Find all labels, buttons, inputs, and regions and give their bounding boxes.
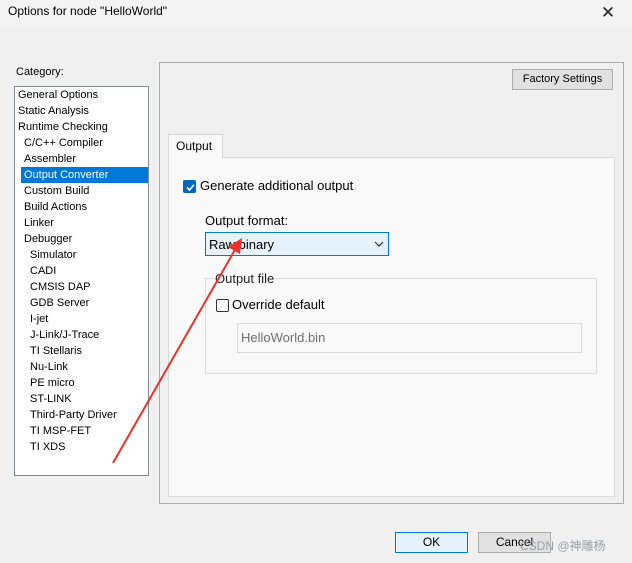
factory-settings-button[interactable]: Factory Settings [512, 69, 613, 90]
generate-output-label[interactable]: Generate additional output [200, 178, 353, 193]
output-format-label: Output format: [205, 213, 289, 228]
category-item[interactable]: TI Stellaris [15, 343, 148, 359]
output-format-select[interactable]: Raw binary [205, 232, 389, 256]
category-item[interactable]: ST-LINK [15, 391, 148, 407]
category-item[interactable]: Linker [15, 215, 148, 231]
category-item[interactable]: Custom Build [15, 183, 148, 199]
category-item[interactable]: Static Analysis [15, 103, 148, 119]
close-icon[interactable]: ✕ [588, 0, 628, 26]
category-item[interactable]: TI MSP-FET [15, 423, 148, 439]
tab-output[interactable]: Output [168, 134, 223, 158]
category-label: Category: [16, 66, 64, 78]
category-item[interactable]: Assembler [15, 151, 148, 167]
category-item[interactable]: Runtime Checking [15, 119, 148, 135]
category-item[interactable]: Output Converter [21, 167, 148, 183]
category-item[interactable]: General Options [15, 87, 148, 103]
tab-page-output: Generate additional output Output format… [168, 157, 615, 497]
category-list[interactable]: General Options Static Analysis Runtime Ch… [14, 86, 149, 476]
options-panel: Factory Settings Output Generate additio… [159, 62, 624, 504]
output-file-group-title: Output file [213, 271, 277, 286]
category-item[interactable]: J-Link/J-Trace [15, 327, 148, 343]
watermark: CSDN @神雕杨 [520, 539, 606, 553]
window-title: Options for node "HelloWorld" [8, 4, 168, 18]
ok-button[interactable]: OK [395, 532, 468, 553]
check-icon [186, 184, 195, 192]
output-format-value: Raw binary [209, 237, 275, 252]
category-item[interactable]: GDB Server [15, 295, 148, 311]
category-item[interactable]: Build Actions [15, 199, 148, 215]
category-item[interactable]: Simulator [15, 247, 148, 263]
title-bar: Options for node "HelloWorld" ✕ [0, 0, 632, 26]
category-item[interactable]: CMSIS DAP [15, 279, 148, 295]
chevron-down-icon [374, 241, 384, 247]
category-item[interactable]: CADI [15, 263, 148, 279]
category-item[interactable]: TI XDS [15, 439, 148, 455]
category-item[interactable]: PE micro [15, 375, 148, 391]
output-file-group: Output file Override default HelloWorld.… [205, 271, 597, 374]
category-item[interactable]: I-jet [15, 311, 148, 327]
override-default-label[interactable]: Override default [232, 297, 325, 312]
generate-output-checkbox[interactable] [183, 180, 196, 193]
override-default-checkbox[interactable] [216, 299, 229, 312]
category-item[interactable]: Third-Party Driver [15, 407, 148, 423]
category-item[interactable]: C/C++ Compiler [15, 135, 148, 151]
category-item[interactable]: Debugger [15, 231, 148, 247]
category-item[interactable]: Nu-Link [15, 359, 148, 375]
output-file-path-input: HelloWorld.bin [237, 323, 582, 353]
